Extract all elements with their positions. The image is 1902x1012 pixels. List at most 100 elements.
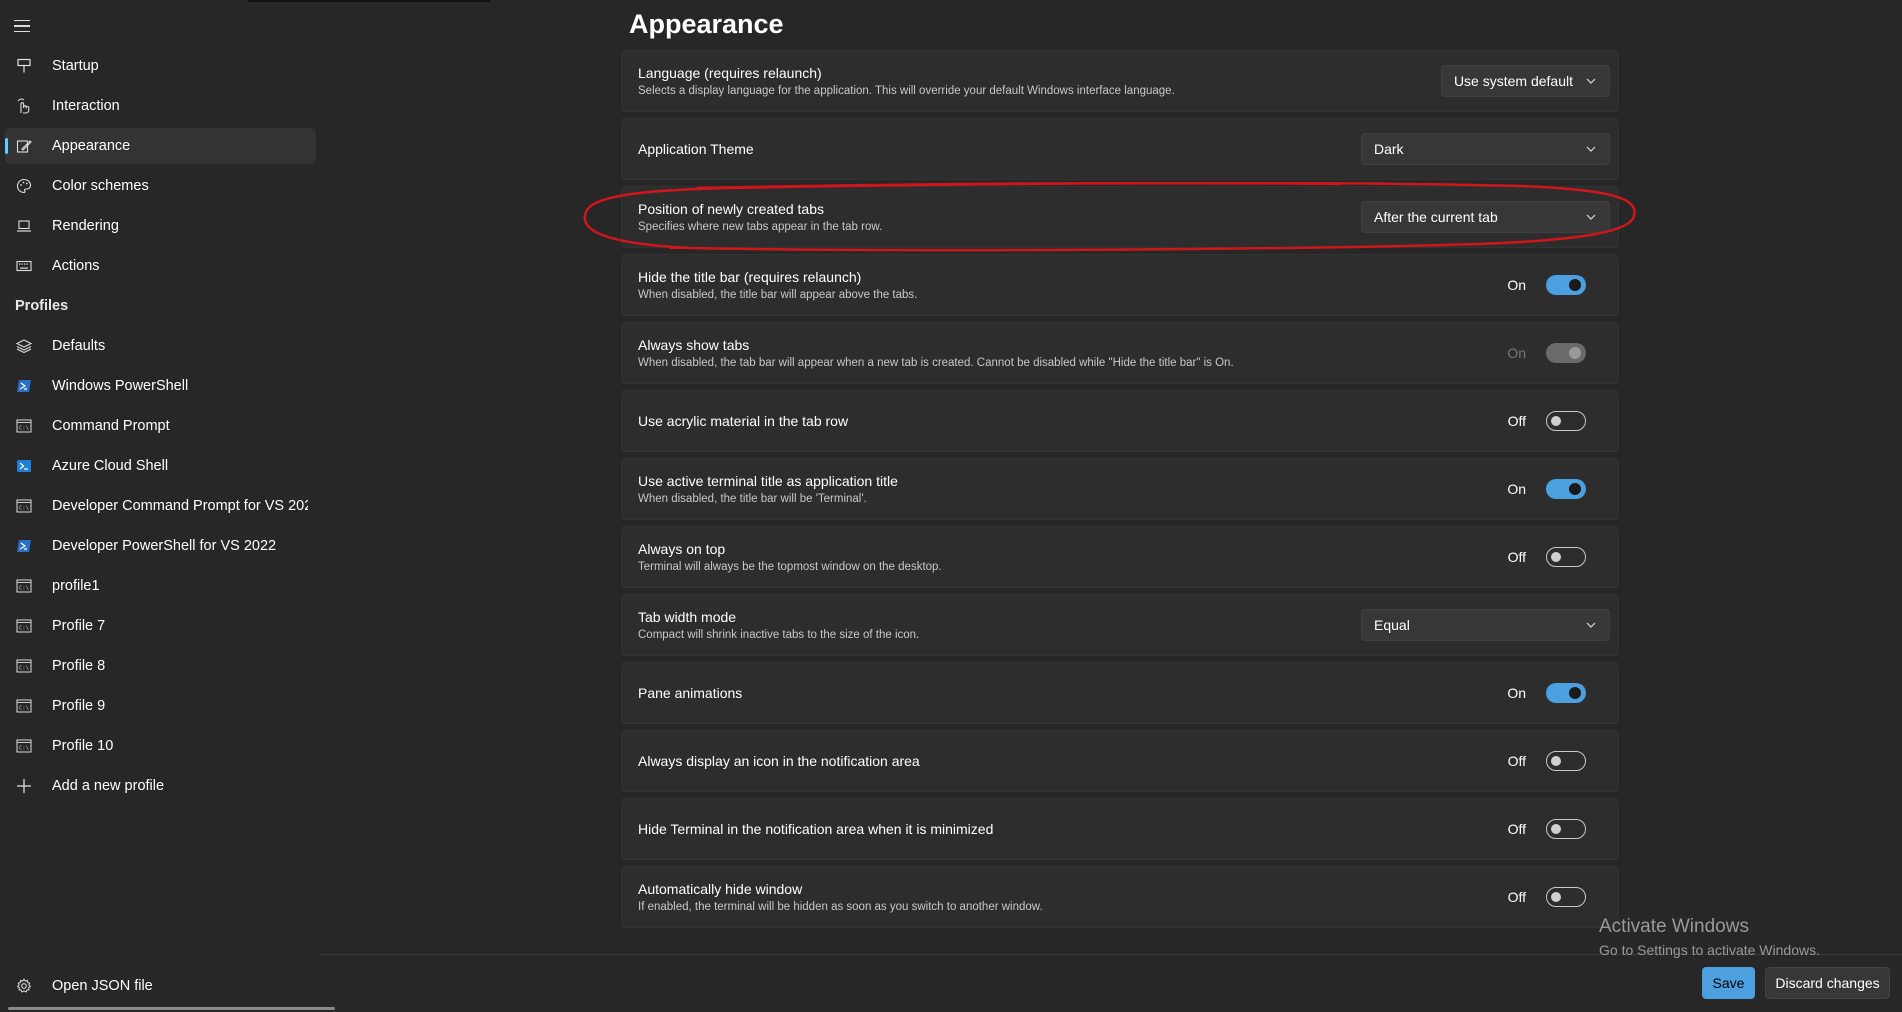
sidebar-item-dev-powershell-vs2022[interactable]: Developer PowerShell for VS 2022 xyxy=(5,528,316,564)
startup-icon xyxy=(15,57,33,75)
powershell-icon xyxy=(15,537,33,555)
sidebar-item-label: Rendering xyxy=(52,218,119,234)
pane-animations-toggle[interactable] xyxy=(1546,683,1586,703)
sidebar: Startup Interaction Appearance Color sch… xyxy=(0,0,320,1012)
new-tab-position-dropdown[interactable]: After the current tab xyxy=(1361,201,1610,233)
active-terminal-title-toggle[interactable] xyxy=(1546,479,1586,499)
application-theme-dropdown[interactable]: Dark xyxy=(1361,133,1610,165)
powershell-icon xyxy=(15,377,33,395)
tab-width-mode-dropdown[interactable]: Equal xyxy=(1361,609,1610,641)
gear-icon xyxy=(15,977,33,995)
sidebar-item-label: Actions xyxy=(52,258,100,274)
language-dropdown[interactable]: Use system default xyxy=(1440,65,1610,97)
sidebar-item-label: Startup xyxy=(52,58,99,74)
sidebar-item-label: Profile 9 xyxy=(52,698,106,714)
sidebar-item-rendering[interactable]: Rendering xyxy=(5,208,316,244)
sidebar-item-color-schemes[interactable]: Color schemes xyxy=(5,168,316,204)
sidebar-item-profile-7[interactable]: C:\ Profile 7 xyxy=(5,608,316,644)
setting-new-tab-position: Position of newly created tabs Specifies… xyxy=(621,186,1619,248)
watermark-title: Activate Windows xyxy=(1599,916,1749,937)
sidebar-item-profile-8[interactable]: C:\ Profile 8 xyxy=(5,648,316,684)
setting-pane-animations: Pane animations On xyxy=(621,662,1619,724)
setting-description: Compact will shrink inactive tabs to the… xyxy=(638,629,920,641)
hamburger-menu-icon[interactable] xyxy=(14,16,34,36)
sidebar-item-command-prompt[interactable]: C:\ Command Prompt xyxy=(5,408,316,444)
minimize-to-notification-toggle[interactable] xyxy=(1546,819,1586,839)
sidebar-item-profile1[interactable]: C:\ profile1 xyxy=(5,568,316,604)
always-show-tabs-toggle xyxy=(1546,343,1586,363)
layers-icon xyxy=(15,337,33,355)
sidebar-item-label: Azure Cloud Shell xyxy=(52,458,169,474)
setting-title: Hide Terminal in the notification area w… xyxy=(638,821,994,837)
sidebar-item-label: Developer Command Prompt for VS 2022 xyxy=(52,498,308,514)
svg-text:C:\: C:\ xyxy=(19,666,29,672)
toggle-state-label: On xyxy=(1507,277,1526,293)
sidebar-item-startup[interactable]: Startup xyxy=(5,48,316,84)
sidebar-item-label: Appearance xyxy=(52,138,131,154)
setting-always-show-tabs: Always show tabs When disabled, the tab … xyxy=(621,322,1619,384)
dropdown-value: After the current tab xyxy=(1374,209,1498,225)
setting-title: Application Theme xyxy=(638,141,754,157)
hide-title-bar-toggle[interactable] xyxy=(1546,275,1586,295)
dropdown-value: Dark xyxy=(1374,141,1404,157)
setting-description: Selects a display language for the appli… xyxy=(638,85,1175,97)
acrylic-tab-row-toggle[interactable] xyxy=(1546,411,1586,431)
svg-text:C:\: C:\ xyxy=(19,506,29,512)
sidebar-item-label: Profile 8 xyxy=(52,658,106,674)
open-json-file-button[interactable]: Open JSON file xyxy=(5,968,316,1004)
sidebar-item-profile-9[interactable]: C:\ Profile 9 xyxy=(5,688,316,724)
keyboard-icon xyxy=(15,257,33,275)
sidebar-item-interaction[interactable]: Interaction xyxy=(5,88,316,124)
sidebar-item-label: Interaction xyxy=(52,98,120,114)
sidebar-item-dev-cmd-vs2022[interactable]: C:\ Developer Command Prompt for VS 2022 xyxy=(5,488,316,524)
toggle-state-label: On xyxy=(1507,481,1526,497)
toggle-state-label: Off xyxy=(1507,889,1526,905)
sidebar-item-appearance[interactable]: Appearance xyxy=(5,128,316,164)
add-new-profile-button[interactable]: Add a new profile xyxy=(5,768,316,804)
svg-text:C:\: C:\ xyxy=(19,426,29,432)
cmd-icon: C:\ xyxy=(15,657,33,675)
setting-application-theme: Application Theme Dark xyxy=(621,118,1619,180)
cmd-icon: C:\ xyxy=(15,577,33,595)
cmd-icon: C:\ xyxy=(15,617,33,635)
setting-auto-hide-window: Automatically hide window If enabled, th… xyxy=(621,866,1619,928)
setting-description: Terminal will always be the topmost wind… xyxy=(638,561,942,573)
setting-active-terminal-title: Use active terminal title as application… xyxy=(621,458,1619,520)
profiles-header: Profiles xyxy=(15,298,69,314)
page-title: Appearance xyxy=(629,9,784,39)
sidebar-scrollbar[interactable] xyxy=(8,1007,335,1010)
sidebar-item-azure-cloud-shell[interactable]: Azure Cloud Shell xyxy=(5,448,316,484)
sidebar-item-defaults[interactable]: Defaults xyxy=(5,328,316,364)
watermark-subtitle: Go to Settings to activate Windows. xyxy=(1599,942,1820,958)
setting-description: When disabled, the title bar will be 'Te… xyxy=(638,493,867,505)
sidebar-item-label: Command Prompt xyxy=(52,418,170,434)
setting-notification-icon: Always display an icon in the notificati… xyxy=(621,730,1619,792)
setting-title: Always display an icon in the notificati… xyxy=(638,753,920,769)
chevron-down-icon xyxy=(1585,619,1597,631)
svg-text:C:\: C:\ xyxy=(19,746,29,752)
sidebar-item-label: profile1 xyxy=(52,578,100,594)
notification-icon-toggle[interactable] xyxy=(1546,751,1586,771)
sidebar-item-windows-powershell[interactable]: Windows PowerShell xyxy=(5,368,316,404)
setting-title: Hide the title bar (requires relaunch) xyxy=(638,269,862,285)
sidebar-item-label: Defaults xyxy=(52,338,106,354)
setting-title: Use acrylic material in the tab row xyxy=(638,413,849,429)
cmd-icon: C:\ xyxy=(15,417,33,435)
chevron-down-icon xyxy=(1585,143,1597,155)
auto-hide-window-toggle[interactable] xyxy=(1546,887,1586,907)
sidebar-item-actions[interactable]: Actions xyxy=(5,248,316,284)
setting-tab-width-mode: Tab width mode Compact will shrink inact… xyxy=(621,594,1619,656)
setting-title: Tab width mode xyxy=(638,609,737,625)
dropdown-value: Use system default xyxy=(1453,73,1573,89)
chevron-down-icon xyxy=(1585,75,1597,87)
save-button[interactable]: Save xyxy=(1702,967,1755,999)
always-on-top-toggle[interactable] xyxy=(1546,547,1586,567)
sidebar-item-label: Profile 7 xyxy=(52,618,106,634)
sidebar-item-profile-10[interactable]: C:\ Profile 10 xyxy=(5,728,316,764)
sidebar-item-label: Windows PowerShell xyxy=(52,378,189,394)
sidebar-item-label: Add a new profile xyxy=(52,778,165,794)
discard-changes-button[interactable]: Discard changes xyxy=(1765,967,1890,999)
toggle-state-label: Off xyxy=(1507,413,1526,429)
svg-text:C:\: C:\ xyxy=(19,586,29,592)
setting-title: Pane animations xyxy=(638,685,743,701)
